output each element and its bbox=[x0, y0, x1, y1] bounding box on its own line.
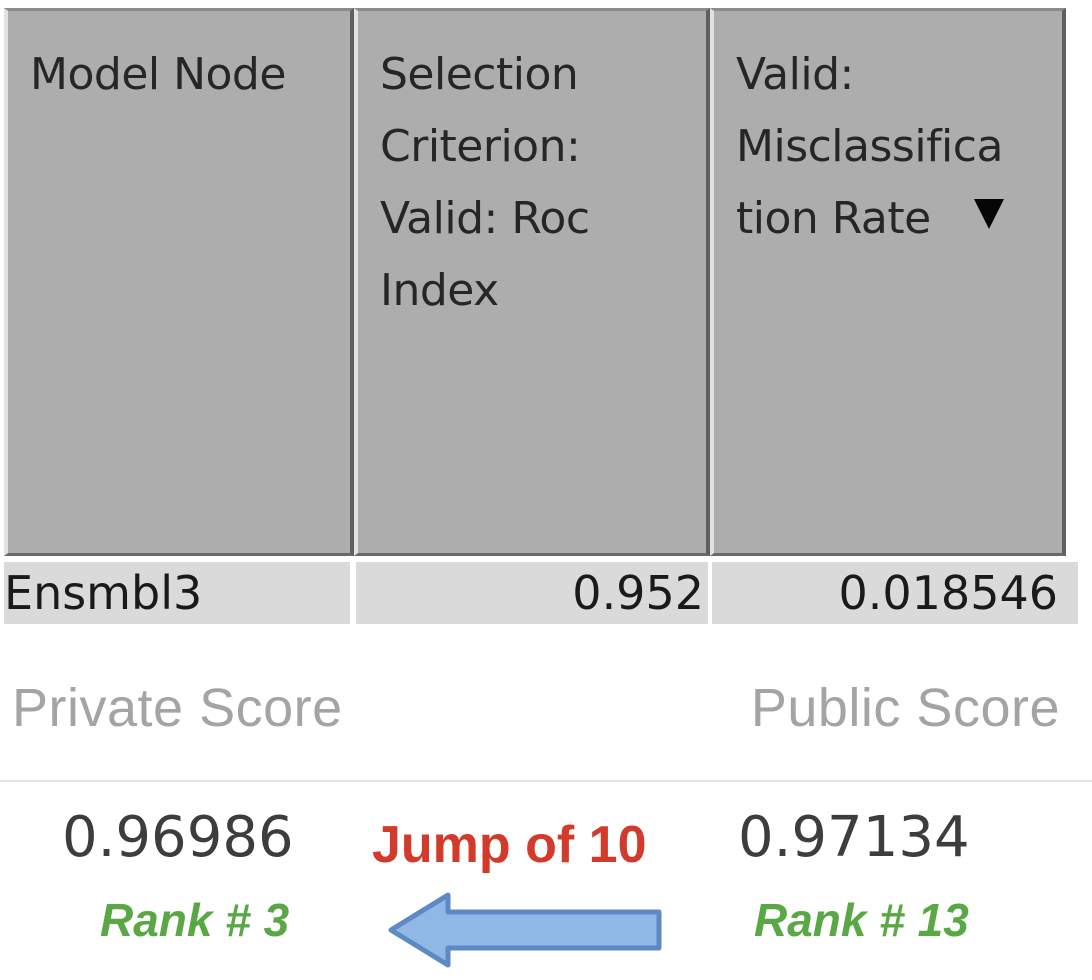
table-row[interactable]: Ensmbl3 0.952 0.018546 bbox=[4, 562, 1078, 624]
column-header-label: Selection Criterion: Valid: Roc Index bbox=[380, 49, 590, 316]
private-rank: Rank # 3 bbox=[100, 894, 290, 946]
private-score-header: Private Score bbox=[12, 678, 343, 738]
divider bbox=[0, 780, 1092, 782]
public-score-header: Public Score bbox=[750, 678, 1060, 738]
results-table: Model Node Selection Criterion: Valid: R… bbox=[0, 0, 1078, 628]
cell-model-node: Ensmbl3 bbox=[4, 562, 350, 624]
column-header-selection-criterion[interactable]: Selection Criterion: Valid: Roc Index bbox=[354, 8, 710, 556]
column-header-label: Model Node bbox=[30, 49, 286, 100]
column-header-misclassification-rate[interactable]: Valid: Misclassifica tion Rate bbox=[710, 8, 1066, 556]
private-score-value: 0.96986 bbox=[62, 805, 294, 870]
left-arrow-icon bbox=[388, 892, 662, 968]
public-score-value: 0.97134 bbox=[738, 805, 970, 870]
jump-label: Jump of 10 bbox=[372, 816, 647, 874]
public-rank: Rank # 13 bbox=[754, 894, 969, 946]
sort-descending-icon bbox=[974, 199, 1004, 229]
cell-misclassification-rate: 0.018546 bbox=[712, 562, 1078, 624]
column-header-model-node[interactable]: Model Node bbox=[4, 8, 354, 556]
cell-roc-index: 0.952 bbox=[356, 562, 708, 624]
